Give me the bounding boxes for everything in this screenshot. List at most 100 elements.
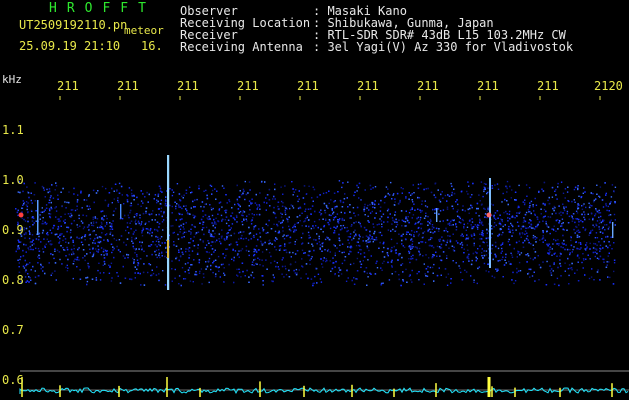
noise-pixel: [141, 241, 143, 244]
noise-pixel: [45, 204, 48, 206]
noise-pixel: [95, 277, 97, 279]
noise-pixel: [387, 208, 390, 211]
noise-pixel: [409, 247, 411, 249]
noise-pixel: [214, 232, 216, 235]
noise-pixel: [534, 251, 537, 253]
noise-pixel: [210, 233, 213, 236]
noise-pixel: [165, 199, 167, 201]
noise-pixel: [354, 229, 356, 231]
noise-pixel: [92, 221, 95, 223]
noise-pixel: [48, 202, 50, 204]
noise-pixel: [95, 234, 97, 236]
noise-pixel: [212, 230, 214, 232]
noise-pixel: [313, 188, 316, 191]
noise-pixel: [15, 208, 17, 210]
noise-pixel: [137, 264, 139, 267]
noise-pixel: [351, 239, 353, 241]
noise-pixel: [605, 224, 608, 226]
noise-pixel: [523, 217, 525, 219]
noise-pixel: [263, 201, 265, 204]
noise-pixel: [520, 252, 523, 254]
noise-pixel: [466, 226, 469, 228]
noise-pixel: [518, 251, 520, 253]
noise-pixel: [17, 239, 20, 241]
noise-pixel: [31, 234, 34, 236]
noise-pixel: [213, 251, 215, 253]
noise-pixel: [66, 264, 68, 267]
noise-pixel: [64, 219, 66, 221]
noise-pixel: [188, 250, 190, 252]
noise-pixel: [215, 275, 217, 277]
noise-pixel: [135, 229, 137, 231]
noise-pixel: [154, 228, 156, 231]
noise-pixel: [473, 238, 475, 240]
noise-pixel: [274, 198, 276, 200]
noise-pixel: [599, 244, 602, 247]
noise-pixel: [581, 221, 584, 223]
noise-pixel: [422, 232, 424, 234]
noise-pixel: [566, 212, 568, 215]
noise-pixel: [159, 188, 162, 190]
noise-pixel: [553, 205, 556, 208]
noise-pixel: [576, 230, 578, 232]
noise-pixel: [220, 263, 223, 266]
noise-pixel: [446, 208, 449, 210]
noise-pixel: [58, 218, 60, 220]
noise-pixel: [76, 258, 78, 261]
noise-pixel: [208, 251, 210, 254]
noise-pixel: [311, 205, 314, 207]
noise-pixel: [55, 185, 58, 187]
noise-pixel: [133, 216, 136, 218]
noise-pixel: [546, 225, 548, 227]
noise-pixel: [336, 205, 338, 208]
noise-pixel: [70, 222, 73, 225]
noise-pixel: [224, 239, 226, 241]
noise-pixel: [294, 226, 296, 228]
noise-pixel: [475, 256, 477, 259]
noise-pixel: [189, 186, 191, 188]
noise-pixel: [213, 236, 215, 238]
noise-pixel: [25, 233, 27, 235]
noise-pixel: [534, 236, 536, 238]
noise-pixel: [582, 258, 585, 260]
noise-pixel: [427, 187, 429, 190]
noise-pixel: [47, 240, 50, 243]
noise-pixel: [139, 214, 141, 216]
noise-pixel: [391, 259, 393, 262]
noise-pixel: [524, 202, 526, 204]
noise-pixel: [266, 268, 268, 270]
noise-pixel: [459, 267, 461, 269]
noise-pixel: [106, 239, 109, 241]
noise-pixel: [431, 245, 433, 247]
noise-pixel: [215, 265, 218, 268]
noise-pixel: [71, 214, 73, 217]
noise-pixel: [269, 242, 271, 244]
noise-pixel: [131, 236, 133, 239]
noise-pixel: [558, 243, 560, 245]
noise-pixel: [124, 214, 126, 217]
noise-pixel: [26, 205, 29, 208]
noise-pixel: [323, 257, 325, 259]
noise-pixel: [328, 219, 331, 221]
noise-pixel: [92, 189, 95, 192]
noise-pixel: [451, 219, 454, 221]
noise-pixel: [372, 187, 374, 189]
noise-pixel: [560, 275, 562, 277]
noise-pixel: [173, 241, 175, 243]
noise-pixel: [309, 259, 311, 261]
noise-pixel: [603, 258, 605, 261]
noise-pixel: [366, 284, 368, 286]
noise-pixel: [247, 239, 250, 241]
noise-pixel: [277, 232, 280, 234]
noise-pixel: [23, 201, 26, 204]
noise-pixel: [343, 198, 346, 200]
noise-pixel: [567, 222, 570, 224]
noise-pixel: [281, 265, 284, 268]
noise-pixel: [22, 249, 24, 252]
noise-pixel: [382, 282, 384, 284]
noise-pixel: [431, 226, 434, 228]
noise-pixel: [221, 219, 223, 221]
noise-pixel: [142, 193, 144, 195]
noise-pixel: [599, 250, 601, 252]
noise-pixel: [322, 192, 325, 195]
